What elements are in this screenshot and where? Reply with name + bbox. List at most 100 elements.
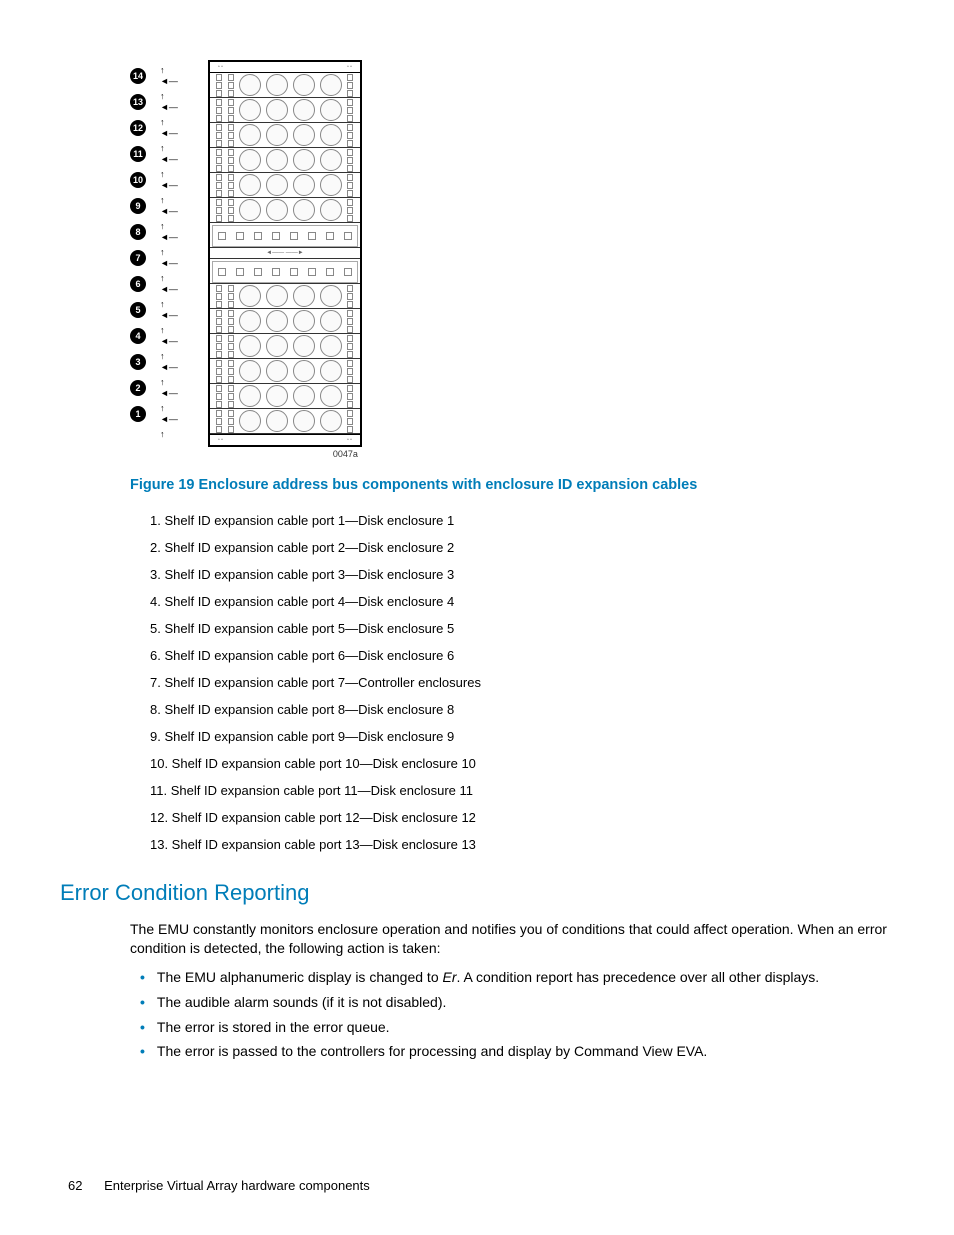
legend-item: 11. Shelf ID expansion cable port 11—Dis… — [150, 783, 894, 798]
callout-circle: 11 — [130, 146, 146, 162]
disk-enclosure — [210, 198, 360, 223]
page-footer: 62 Enterprise Virtual Array hardware com… — [68, 1178, 370, 1193]
arrow-left-icon: ◄— — [160, 311, 178, 320]
callout-row: 9↑◄— — [130, 196, 178, 216]
bullet-dot-icon: • — [140, 968, 145, 987]
legend-list: 1. Shelf ID expansion cable port 1—Disk … — [150, 513, 894, 852]
figure-caption: Figure 19 Enclosure address bus componen… — [130, 477, 894, 493]
legend-item: 6. Shelf ID expansion cable port 6—Disk … — [150, 648, 894, 663]
callout-circle: 14 — [130, 68, 146, 84]
arrow-left-icon: ◄— — [160, 415, 178, 424]
callout-row: 12 ↑◄— — [130, 118, 178, 138]
bullet-item: • The audible alarm sounds (if it is not … — [140, 993, 894, 1012]
callout-circle: 10 — [130, 172, 146, 188]
disk-enclosure — [210, 384, 360, 409]
arrow-left-icon: ◄— — [160, 129, 178, 138]
arrow-pair: ↑ ◄— — [160, 300, 178, 320]
arrow-up-icon: ↑ — [160, 248, 178, 257]
arrow-up-icon: ↑ — [160, 326, 178, 335]
arrow-up-icon: ↑ — [160, 170, 178, 179]
legend-item: 3. Shelf ID expansion cable port 3—Disk … — [150, 567, 894, 582]
disk-enclosure — [210, 334, 360, 359]
callout-circle: 13 — [130, 94, 146, 110]
disk-enclosure — [210, 148, 360, 173]
arrow-left-icon: ◄— — [160, 363, 178, 372]
section-intro: The EMU constantly monitors enclosure op… — [130, 920, 894, 958]
arrow-left-icon: ◄— — [160, 103, 178, 112]
arrow-pair: ↑ ◄— — [160, 92, 178, 112]
arrow-pair: ↑◄— — [160, 378, 178, 398]
arrow-left-icon: ◄— — [160, 259, 178, 268]
legend-item: 7. Shelf ID expansion cable port 7—Contr… — [150, 675, 894, 690]
arrow-left-icon: ◄— — [160, 155, 178, 164]
callout-circle: 12 — [130, 120, 146, 136]
callout-row: 8↑◄— — [130, 222, 178, 242]
callout-row: 3↑◄— — [130, 352, 178, 372]
legend-item: 13. Shelf ID expansion cable port 13—Dis… — [150, 837, 894, 852]
arrow-pair: ↑◄— — [160, 404, 178, 424]
callout-row: 4 ↑◄— — [130, 326, 178, 346]
callout-circle: 4 — [130, 328, 146, 344]
figure-label: 0047a — [178, 447, 362, 459]
arrow-pair: ↑◄— — [160, 222, 178, 242]
legend-item: 12. Shelf ID expansion cable port 12—Dis… — [150, 810, 894, 825]
callout-row: 5 ↑ ◄— — [130, 300, 178, 320]
arrow-left-icon: ◄— — [160, 285, 178, 294]
callout-row: 1 ↑◄— — [130, 404, 178, 424]
disk-enclosure — [210, 173, 360, 198]
legend-item: 2. Shelf ID expansion cable port 2—Disk … — [150, 540, 894, 555]
arrow-up-icon: ↑ — [160, 352, 178, 361]
legend-item: 4. Shelf ID expansion cable port 4—Disk … — [150, 594, 894, 609]
callout-row: 7 ↑ ◄— — [130, 248, 178, 268]
arrow-up-icon: ↑ — [160, 92, 178, 101]
callout-row: 6 ↑ ◄— — [130, 274, 178, 294]
callout-circle: 6 — [130, 276, 146, 292]
callout-circle: 5 — [130, 302, 146, 318]
arrow-up-icon: ↑ — [160, 300, 178, 309]
bullet-dot-icon: • — [140, 1018, 145, 1037]
callout-row: 2 ↑◄— — [130, 378, 178, 398]
arrow-pair: ↑ ◄— — [160, 274, 178, 294]
controller-enclosure — [210, 259, 360, 284]
callout-circle: 1 — [130, 406, 146, 422]
controller-enclosure — [210, 223, 360, 248]
disk-enclosure — [210, 98, 360, 123]
bullet-text: The audible alarm sounds (if it is not d… — [157, 993, 446, 1012]
callout-row: 10 ↑ ◄— — [130, 170, 178, 190]
legend-item: 5. Shelf ID expansion cable port 5—Disk … — [150, 621, 894, 636]
callout-circle: 2 — [130, 380, 146, 396]
legend-item: 8. Shelf ID expansion cable port 8—Disk … — [150, 702, 894, 717]
callout-row: 14 ↑◄— — [130, 66, 178, 86]
arrow-pair: ↑◄— — [160, 118, 178, 138]
controller-separator: ◄—— ——► — [210, 248, 360, 259]
arrow-up-icon: ↑ — [160, 144, 178, 153]
arrow-left-icon: ◄— — [160, 233, 178, 242]
bullet-text: The error is stored in the error queue. — [157, 1018, 390, 1037]
arrow-left-icon: ◄— — [160, 207, 178, 216]
arrow-left-icon: ◄— — [160, 181, 178, 190]
arrow-pair: ↑ ◄— — [160, 170, 178, 190]
disk-enclosure — [210, 409, 360, 434]
bullet-text: The error is passed to the controllers f… — [157, 1042, 707, 1061]
bullet-dot-icon: • — [140, 1042, 145, 1061]
bullet-dot-icon: • — [140, 993, 145, 1012]
bullet-list: •The EMU alphanumeric display is changed… — [140, 968, 894, 1062]
disk-enclosure — [210, 309, 360, 334]
arrow-left-icon: ◄— — [160, 389, 178, 398]
section-heading: Error Condition Reporting — [60, 880, 894, 906]
arrow-pair: ↑ ◄— — [160, 144, 178, 164]
arrow-pair: ↑ ◄— — [160, 248, 178, 268]
arrow-pair: ↑◄— — [160, 326, 178, 346]
disk-enclosure — [210, 359, 360, 384]
disk-enclosure — [210, 284, 360, 309]
callout-circle: 7 — [130, 250, 146, 266]
arrow-up-icon: ↑ — [160, 274, 178, 283]
callout-row: 13 ↑ ◄— — [130, 92, 178, 112]
callout-circle: 9 — [130, 198, 146, 214]
page-number: 62 — [68, 1178, 82, 1193]
rack-top-cap: ▫ ▫▫ ▫ — [210, 62, 360, 73]
disk-enclosure — [210, 123, 360, 148]
arrow-up-icon: ↑ — [160, 66, 178, 75]
arrow-pair: ↑◄— — [160, 66, 178, 86]
legend-item: 1. Shelf ID expansion cable port 1—Disk … — [150, 513, 894, 528]
